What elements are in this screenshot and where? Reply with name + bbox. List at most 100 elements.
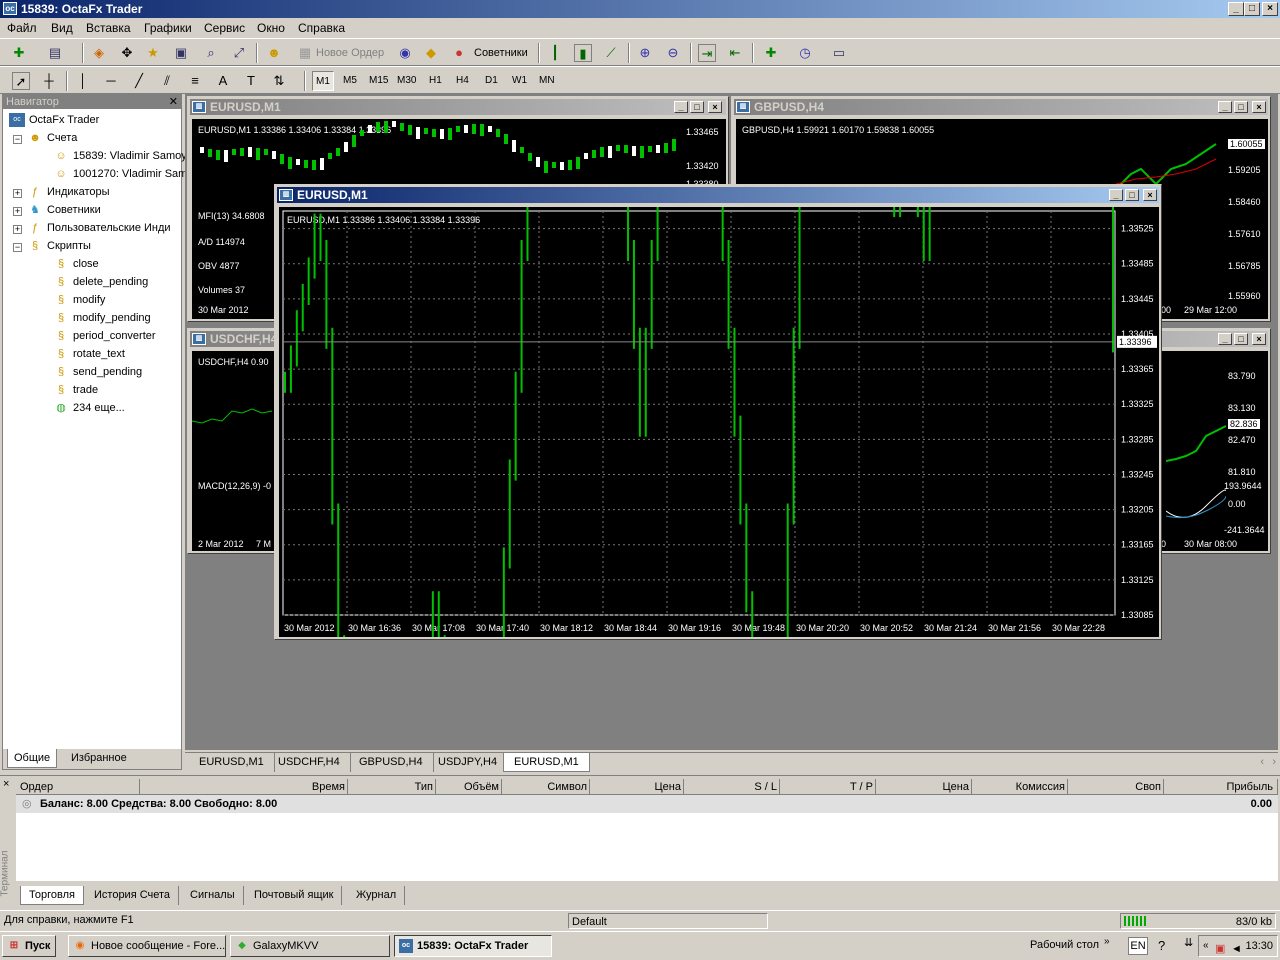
nav-advisors[interactable]: ♞ Советники — [27, 201, 101, 219]
col-swap[interactable]: Своп — [1068, 779, 1164, 795]
nav-account-item[interactable]: ☺ 1001270: Vladimir Sam — [53, 165, 187, 183]
templates-icon[interactable]: ▭ — [830, 44, 848, 62]
close-button[interactable]: × — [1262, 2, 1278, 16]
chart-maximize-button[interactable]: □ — [690, 101, 704, 113]
timeframe-m5[interactable]: M5 — [340, 71, 360, 91]
chart-window-title[interactable]: ▥ EURUSD,M1 — [190, 99, 726, 115]
alert-icon[interactable]: ◆ — [422, 44, 440, 62]
experts-icon[interactable]: ☻ — [265, 44, 283, 62]
nav-custom-indicators[interactable]: ƒ Пользовательские Инди — [27, 219, 171, 237]
menu-file[interactable]: Файл — [7, 21, 37, 35]
chart-shift-icon[interactable]: ⇤ — [726, 44, 744, 62]
tab-journal[interactable]: Журнал — [348, 886, 406, 905]
chart-maximize-button[interactable]: □ — [1234, 101, 1248, 113]
terminal-close-icon[interactable]: × — [3, 778, 9, 790]
candlestick-icon[interactable]: ▮ — [574, 44, 592, 62]
advisors-icon[interactable]: ● — [450, 44, 468, 62]
trendline-icon[interactable]: ╱ — [130, 72, 148, 90]
tester-icon[interactable]: ⌕ — [202, 44, 220, 62]
tray-expand-icon[interactable]: ⇊ — [1184, 936, 1193, 949]
chart-maximize-button[interactable]: □ — [1125, 189, 1139, 201]
col-price[interactable]: Цена — [590, 779, 684, 795]
data-window-icon[interactable]: ✥ — [118, 44, 136, 62]
help-icon[interactable]: ? — [1158, 938, 1165, 953]
script-item[interactable]: § modify — [53, 291, 105, 309]
tab-scroll-left-icon[interactable]: ‹ — [1260, 756, 1264, 768]
bar-chart-icon[interactable]: ┃ — [546, 44, 564, 62]
zoom-in-icon[interactable]: ⊕ — [636, 44, 654, 62]
chart-tab[interactable]: EURUSD,M1 — [189, 753, 275, 772]
nav-root[interactable]: oc OctaFx Trader — [9, 111, 99, 129]
menu-tools[interactable]: Сервис — [204, 21, 245, 35]
autoscroll-icon[interactable]: ⇥ — [698, 44, 716, 62]
col-symbol[interactable]: Символ — [502, 779, 590, 795]
market-watch-icon[interactable]: ◈ — [90, 44, 108, 62]
timeframe-w1[interactable]: W1 — [509, 71, 530, 91]
nav-scripts[interactable]: § Скрипты — [27, 237, 91, 255]
col-tp[interactable]: T / P — [780, 779, 876, 795]
metaeditor-icon[interactable]: ◉ — [396, 44, 414, 62]
minimize-button[interactable]: _ — [1228, 2, 1244, 16]
menu-insert[interactable]: Вставка — [86, 21, 131, 35]
chart-minimize-button[interactable]: _ — [1218, 333, 1232, 345]
chart-tab-active[interactable]: EURUSD,M1 — [503, 753, 590, 772]
indicators-icon[interactable]: ✚ — [762, 44, 780, 62]
text-label-icon[interactable]: T — [242, 72, 260, 90]
fullscreen-icon[interactable]: ⤢ — [230, 44, 248, 62]
tab-signals[interactable]: Сигналы — [182, 886, 244, 905]
tab-account-history[interactable]: История Счета — [86, 886, 180, 905]
flag-icon[interactable]: ▣ — [1215, 939, 1225, 959]
script-item[interactable]: § modify_pending — [53, 309, 151, 327]
nav-accounts[interactable]: ☻ Счета — [27, 129, 77, 147]
timeframe-h1[interactable]: H1 — [426, 71, 445, 91]
tab-favorites[interactable]: Избранное — [65, 749, 133, 768]
speaker-icon[interactable]: ◄ — [1231, 939, 1242, 959]
language-indicator[interactable]: EN — [1128, 937, 1148, 955]
chart-close-button[interactable]: × — [1252, 333, 1266, 345]
main-chart-area[interactable]: 1.33525 1.33485 1.33445 1.33405 1.33365 1.333… — [279, 207, 1159, 637]
chevron-icon[interactable]: » — [1104, 936, 1110, 947]
horizontal-line-icon[interactable]: ─ — [102, 72, 120, 90]
chart-tab[interactable]: USDCHF,H4 — [268, 753, 351, 772]
col-time[interactable]: Время — [140, 779, 348, 795]
expand-indicators[interactable]: + — [13, 189, 22, 198]
vertical-line-icon[interactable]: │ — [74, 72, 92, 90]
periods-icon[interactable]: ◷ — [796, 44, 814, 62]
line-chart-icon[interactable]: ⟋ — [602, 44, 620, 62]
timeframe-h4[interactable]: H4 — [453, 71, 472, 91]
script-item[interactable]: § rotate_text — [53, 345, 125, 363]
arrows-icon[interactable]: ⇅ — [270, 72, 288, 90]
col-price-current[interactable]: Цена — [876, 779, 972, 795]
expand-advisors[interactable]: + — [13, 207, 22, 216]
new-chart-icon[interactable]: ✚ — [10, 44, 28, 62]
fibonacci-icon[interactable]: ≡ — [186, 72, 204, 90]
script-item[interactable]: § close — [53, 255, 99, 273]
col-order[interactable]: Ордер — [16, 779, 140, 795]
taskbar-item[interactable]: ◉ Новое сообщение - Fore... — [68, 935, 226, 957]
nav-indicators[interactable]: ƒ Индикаторы — [27, 183, 110, 201]
tab-mailbox[interactable]: Почтовый ящик — [246, 886, 343, 905]
start-button[interactable]: ⊞ Пуск — [2, 935, 56, 957]
tab-common[interactable]: Общие — [7, 749, 58, 768]
chart-minimize-button[interactable]: _ — [1218, 101, 1232, 113]
balance-row[interactable]: ◎ Баланс: 8.00 Средства: 8.00 Свободно: … — [16, 795, 1278, 813]
chart-close-button[interactable]: × — [1143, 189, 1157, 201]
text-icon[interactable]: A — [214, 72, 232, 90]
timeframe-m30[interactable]: M30 — [394, 71, 419, 91]
menu-window[interactable]: Окно — [257, 21, 285, 35]
tray-chevron-icon[interactable]: « — [1203, 936, 1209, 956]
menu-help[interactable]: Справка — [298, 21, 345, 35]
script-item[interactable]: § send_pending — [53, 363, 142, 381]
navigator-close-icon[interactable]: ✕ — [169, 95, 178, 109]
col-volume[interactable]: Объём — [436, 779, 502, 795]
col-sl[interactable]: S / L — [684, 779, 780, 795]
col-profit[interactable]: Прибыль — [1164, 779, 1278, 795]
timeframe-mn[interactable]: MN — [536, 71, 558, 91]
crosshair-icon[interactable]: ┼ — [40, 72, 58, 90]
channel-icon[interactable]: ⫽ — [158, 72, 176, 90]
maximize-button[interactable]: □ — [1244, 2, 1260, 16]
price-chart[interactable]: 1.335251.334851.334451.334051.333651.333… — [279, 207, 1159, 637]
taskbar-item-active[interactable]: oc 15839: OctaFx Trader — [394, 935, 552, 957]
menu-charts[interactable]: Графики — [144, 21, 192, 35]
chart-minimize-button[interactable]: _ — [1109, 189, 1123, 201]
